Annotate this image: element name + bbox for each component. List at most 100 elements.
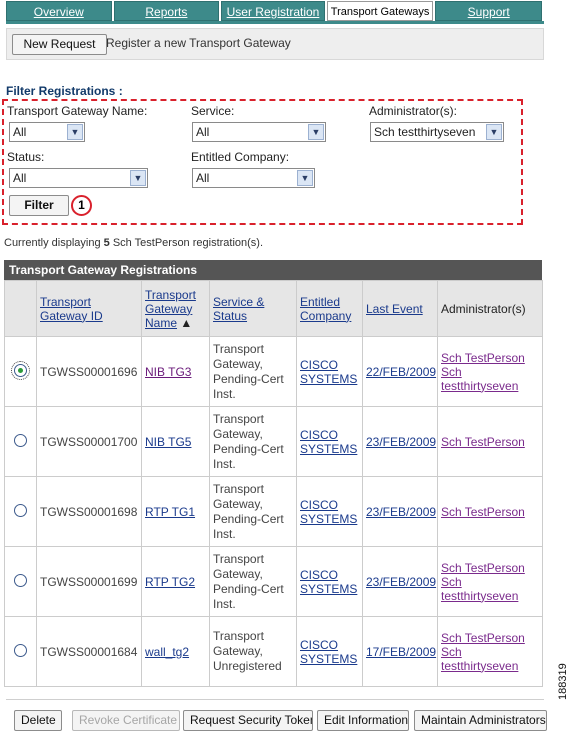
gateway-name-link[interactable]: RTP TG2 xyxy=(145,575,195,589)
header-gateway-name[interactable]: Transport Gateway Name ▲ xyxy=(141,280,210,337)
row-radio-button[interactable] xyxy=(14,503,27,517)
header-last-event-link[interactable]: Last Event xyxy=(366,302,423,316)
service-select[interactable]: All ▼ xyxy=(192,122,326,142)
registrations-table: Transport Gateway Registrations Transpor… xyxy=(4,260,543,687)
tab-reports[interactable]: Reports xyxy=(113,1,220,21)
header-gateway-id[interactable]: Transport Gateway ID xyxy=(36,280,142,337)
admin-link[interactable]: Sch TestPerson xyxy=(441,561,525,575)
row-radio-button[interactable] xyxy=(14,643,27,657)
request-security-token-button[interactable]: Request Security Token xyxy=(183,710,313,731)
header-service-status[interactable]: Service & Status xyxy=(209,280,297,337)
company-link[interactable]: CISCO SYSTEMS xyxy=(300,358,357,386)
header-service-status-link[interactable]: Service & Status xyxy=(213,295,264,323)
administrator-value: Sch testthirtyseven xyxy=(374,125,476,139)
chevron-down-icon: ▼ xyxy=(308,124,324,140)
chevron-down-icon: ▼ xyxy=(67,124,83,140)
gateway-name-link[interactable]: RTP TG1 xyxy=(145,505,195,519)
table-row: TGWSS00001699 RTP TG2 Transport Gateway,… xyxy=(4,546,543,617)
last-event-link[interactable]: 17/FEB/2009 xyxy=(366,645,436,659)
delete-button[interactable]: Delete xyxy=(14,710,62,731)
sort-ascending-icon: ▲ xyxy=(180,315,193,330)
header-select xyxy=(4,280,37,337)
admins-cell: Sch TestPerson Sch testthirtyseven xyxy=(437,616,543,687)
administrator-label: Administrator(s): xyxy=(369,104,458,118)
revoke-certificate-button[interactable]: Revoke Certificate xyxy=(72,710,180,731)
gateway-id: TGWSS00001699 xyxy=(36,546,142,617)
service-value: All xyxy=(196,125,210,139)
tab-support[interactable]: Support xyxy=(435,1,542,21)
chevron-down-icon: ▼ xyxy=(297,170,313,186)
row-radio-button[interactable] xyxy=(14,433,27,447)
last-event-link[interactable]: 23/FEB/2009 xyxy=(366,575,436,589)
gateway-name-link[interactable]: NIB TG3 xyxy=(145,365,191,379)
company-link[interactable]: CISCO SYSTEMS xyxy=(300,498,357,526)
last-event-cell: 22/FEB/2009 xyxy=(362,336,438,407)
table-row: TGWSS00001696 NIB TG3 Transport Gateway,… xyxy=(4,336,543,407)
gateway-name-cell: RTP TG1 xyxy=(141,476,210,547)
admin-link[interactable]: Sch TestPerson xyxy=(441,435,525,449)
gateway-id: TGWSS00001698 xyxy=(36,476,142,547)
status-label: Status: xyxy=(7,150,45,164)
figure-code: 188319 xyxy=(557,663,569,700)
admin-link[interactable]: Sch TestPerson xyxy=(441,351,525,365)
last-event-link[interactable]: 23/FEB/2009 xyxy=(366,505,436,519)
service-status: Transport Gateway, Pending-Cert Inst. xyxy=(209,406,297,477)
callout-number: 1 xyxy=(71,195,92,216)
admin-link[interactable]: Sch testthirtyseven xyxy=(441,575,518,603)
row-select-cell xyxy=(4,336,37,407)
service-status: Transport Gateway, Unregistered xyxy=(209,616,297,687)
admin-link[interactable]: Sch testthirtyseven xyxy=(441,365,518,393)
row-radio-button[interactable] xyxy=(11,360,30,380)
tab-overview[interactable]: Overview xyxy=(6,1,112,21)
gateway-name-link[interactable]: NIB TG5 xyxy=(145,435,191,449)
row-select-cell xyxy=(4,406,37,477)
company-link[interactable]: CISCO SYSTEMS xyxy=(300,428,357,456)
last-event-link[interactable]: 23/FEB/2009 xyxy=(366,435,436,449)
company-link[interactable]: CISCO SYSTEMS xyxy=(300,638,357,666)
display-count: Currently displaying 5 Sch TestPerson re… xyxy=(4,237,264,249)
tab-user-registration[interactable]: User Registration xyxy=(221,1,325,21)
header-last-event[interactable]: Last Event xyxy=(362,280,438,337)
company-link[interactable]: CISCO SYSTEMS xyxy=(300,568,357,596)
admins-cell: Sch TestPerson Sch testthirtyseven xyxy=(437,336,543,407)
company-cell: CISCO SYSTEMS xyxy=(296,616,363,687)
gateway-id: TGWSS00001684 xyxy=(36,616,142,687)
header-company-link[interactable]: Entitled Company xyxy=(300,295,351,323)
maintain-administrators-button[interactable]: Maintain Administrators xyxy=(414,710,547,731)
last-event-link[interactable]: 22/FEB/2009 xyxy=(366,365,436,379)
service-status: Transport Gateway, Pending-Cert Inst. xyxy=(209,336,297,407)
admin-link[interactable]: Sch TestPerson xyxy=(441,631,525,645)
company-select[interactable]: All ▼ xyxy=(192,168,315,188)
tab-transport-gateways[interactable]: Transport Gateways xyxy=(326,1,434,21)
divider xyxy=(6,699,544,700)
header-entitled-company[interactable]: Entitled Company xyxy=(296,280,363,337)
status-select[interactable]: All ▼ xyxy=(9,168,148,188)
edit-information-button[interactable]: Edit Information xyxy=(317,710,409,731)
table-row: TGWSS00001698 RTP TG1 Transport Gateway,… xyxy=(4,476,543,547)
request-description: Register a new Transport Gateway xyxy=(106,36,291,50)
row-select-cell xyxy=(4,546,37,617)
gateway-name-link[interactable]: wall_tg2 xyxy=(145,645,189,659)
header-administrators: Administrator(s) xyxy=(437,280,543,337)
row-radio-button[interactable] xyxy=(14,573,27,587)
admin-link[interactable]: Sch testthirtyseven xyxy=(441,645,518,673)
gateway-name-select[interactable]: All ▼ xyxy=(9,122,85,142)
header-gateway-id-link[interactable]: Transport Gateway ID xyxy=(40,295,103,323)
administrator-select[interactable]: Sch testthirtyseven ▼ xyxy=(370,122,504,142)
gateway-name-cell: RTP TG2 xyxy=(141,546,210,617)
gateway-name-cell: NIB TG5 xyxy=(141,406,210,477)
admin-link[interactable]: Sch TestPerson xyxy=(441,505,525,519)
status-value: All xyxy=(13,171,27,185)
table-header-row: Transport Gateway ID Transport Gateway N… xyxy=(4,280,543,337)
tab-underline xyxy=(6,21,544,24)
chevron-down-icon: ▼ xyxy=(130,170,146,186)
row-select-cell xyxy=(4,616,37,687)
gateway-name-value: All xyxy=(13,125,27,139)
row-select-cell xyxy=(4,476,37,547)
new-request-button[interactable]: New Request xyxy=(12,34,107,55)
last-event-cell: 17/FEB/2009 xyxy=(362,616,438,687)
filter-button[interactable]: Filter xyxy=(9,195,69,216)
company-cell: CISCO SYSTEMS xyxy=(296,546,363,617)
service-status: Transport Gateway, Pending-Cert Inst. xyxy=(209,476,297,547)
company-cell: CISCO SYSTEMS xyxy=(296,336,363,407)
